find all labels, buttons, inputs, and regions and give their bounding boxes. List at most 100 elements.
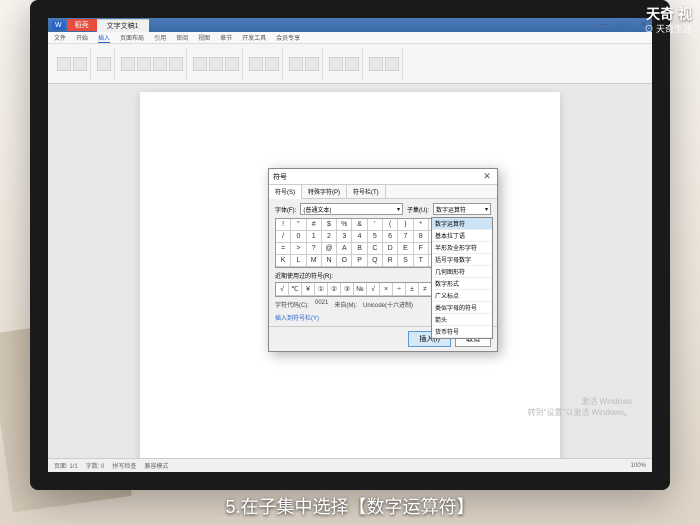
ribbon-object-icon[interactable]	[369, 57, 383, 71]
ribbon-bookmark-icon[interactable]	[345, 57, 359, 71]
subset-option[interactable]: 几何图形符	[432, 266, 492, 278]
char-cell[interactable]: #	[307, 219, 322, 231]
minimize-icon[interactable]: —	[594, 18, 612, 30]
char-cell[interactable]: $	[322, 219, 337, 231]
subset-option[interactable]: 括号字母数字	[432, 254, 492, 266]
recent-char[interactable]: №	[354, 283, 367, 296]
recent-char[interactable]: ±	[406, 283, 419, 296]
char-cell[interactable]: ?	[307, 243, 322, 255]
tab-symbolbar[interactable]: 符号栏(T)	[347, 185, 386, 198]
tab-document[interactable]: 文字文稿1	[97, 19, 149, 32]
ribbon-textbox-icon[interactable]	[249, 57, 263, 71]
ribbon-pagenum-icon[interactable]	[225, 57, 239, 71]
status-zoom[interactable]: 100%	[631, 463, 646, 469]
char-cell[interactable]: K	[276, 255, 291, 267]
char-cell[interactable]: M	[307, 255, 322, 267]
ribbon-symbol-icon[interactable]	[289, 57, 303, 71]
char-cell[interactable]: /	[276, 231, 291, 243]
char-cell[interactable]: '	[368, 219, 383, 231]
char-cell[interactable]: )	[398, 219, 413, 231]
font-select[interactable]: (普通文本)▾	[300, 203, 403, 215]
subset-option[interactable]: 基本拉丁语	[432, 230, 492, 242]
char-cell[interactable]: 3	[337, 231, 352, 243]
ribbon-equation-icon[interactable]	[305, 57, 319, 71]
char-cell[interactable]: "	[291, 219, 306, 231]
menu-devtools[interactable]: 开发工具	[242, 33, 266, 42]
menu-layout[interactable]: 页面布局	[120, 33, 144, 42]
subset-option[interactable]: 广义标点	[432, 290, 492, 302]
ribbon-header-icon[interactable]	[193, 57, 207, 71]
subset-select[interactable]: 数字运算符▾	[433, 203, 491, 215]
char-cell[interactable]: @	[322, 243, 337, 255]
dialog-close-icon[interactable]: ✕	[481, 171, 493, 183]
ribbon-cover-icon[interactable]	[57, 57, 71, 71]
menu-review[interactable]: 审阅	[176, 33, 188, 42]
char-cell[interactable]: 7	[398, 231, 413, 243]
char-cell[interactable]: L	[291, 255, 306, 267]
subset-option[interactable]: 半形及全形字符	[432, 242, 492, 254]
char-cell[interactable]: 1	[307, 231, 322, 243]
char-cell[interactable]: C	[368, 243, 383, 255]
ribbon-footer-icon[interactable]	[209, 57, 223, 71]
char-cell[interactable]: A	[337, 243, 352, 255]
menu-view[interactable]: 视图	[198, 33, 210, 42]
menu-insert[interactable]: 插入	[98, 33, 110, 43]
recent-char[interactable]: ×	[380, 283, 393, 296]
char-cell[interactable]: >	[291, 243, 306, 255]
maximize-icon[interactable]: □	[614, 18, 632, 30]
char-cell[interactable]: 0	[291, 231, 306, 243]
char-cell[interactable]: E	[398, 243, 413, 255]
char-cell[interactable]: 6	[383, 231, 398, 243]
menu-member[interactable]: 会员专享	[276, 33, 300, 42]
char-cell[interactable]: T	[414, 255, 429, 267]
char-cell[interactable]: R	[383, 255, 398, 267]
char-cell[interactable]: 4	[352, 231, 367, 243]
char-cell[interactable]: Q	[368, 255, 383, 267]
char-cell[interactable]: 5	[368, 231, 383, 243]
char-cell[interactable]: 8	[414, 231, 429, 243]
subset-option[interactable]: 货币符号	[432, 326, 492, 338]
char-cell[interactable]: F	[414, 243, 429, 255]
recent-char[interactable]: ¥	[302, 283, 315, 296]
char-cell[interactable]: P	[352, 255, 367, 267]
char-cell[interactable]: O	[337, 255, 352, 267]
recent-char[interactable]: ①	[315, 283, 328, 296]
subset-option[interactable]: 箭头	[432, 314, 492, 326]
ribbon-icon-icon[interactable]	[153, 57, 167, 71]
recent-char[interactable]: ②	[328, 283, 341, 296]
ribbon-attach-icon[interactable]	[385, 57, 399, 71]
ribbon-wordart-icon[interactable]	[265, 57, 279, 71]
char-cell[interactable]: !	[276, 219, 291, 231]
menu-home[interactable]: 开始	[76, 33, 88, 42]
ribbon-table-icon[interactable]	[97, 57, 111, 71]
menu-sections[interactable]: 章节	[220, 33, 232, 42]
menu-references[interactable]: 引用	[154, 33, 166, 42]
subset-dropdown[interactable]: 数字运算符基本拉丁语半形及全形字符括号字母数字几何图形符数字形式广义标点类似字母…	[431, 217, 493, 339]
ribbon-blank-icon[interactable]	[73, 57, 87, 71]
recent-char[interactable]: ℃	[289, 283, 302, 296]
menu-file[interactable]: 文件	[54, 33, 66, 42]
subset-option[interactable]: 数字运算符	[432, 218, 492, 230]
recent-char[interactable]: ÷	[393, 283, 406, 296]
recent-char[interactable]: ③	[341, 283, 354, 296]
char-cell[interactable]: B	[352, 243, 367, 255]
char-cell[interactable]: N	[322, 255, 337, 267]
char-cell[interactable]: 2	[322, 231, 337, 243]
recent-char[interactable]: √	[276, 283, 289, 296]
char-cell[interactable]: D	[383, 243, 398, 255]
ribbon-chart-icon[interactable]	[169, 57, 183, 71]
ribbon-shape-icon[interactable]	[137, 57, 151, 71]
char-cell[interactable]: S	[398, 255, 413, 267]
tab-home[interactable]: 稻壳	[67, 19, 97, 31]
ribbon-hyperlink-icon[interactable]	[329, 57, 343, 71]
subset-option[interactable]: 类似字母的符号	[432, 302, 492, 314]
char-cell[interactable]: (	[383, 219, 398, 231]
ribbon-picture-icon[interactable]	[121, 57, 135, 71]
subset-option[interactable]: 数字形式	[432, 278, 492, 290]
tab-symbols[interactable]: 符号(S)	[269, 185, 302, 199]
char-cell[interactable]: %	[337, 219, 352, 231]
char-cell[interactable]: =	[276, 243, 291, 255]
char-cell[interactable]: &	[352, 219, 367, 231]
recent-char[interactable]: √	[367, 283, 380, 296]
tab-special[interactable]: 特殊字符(P)	[302, 185, 347, 198]
